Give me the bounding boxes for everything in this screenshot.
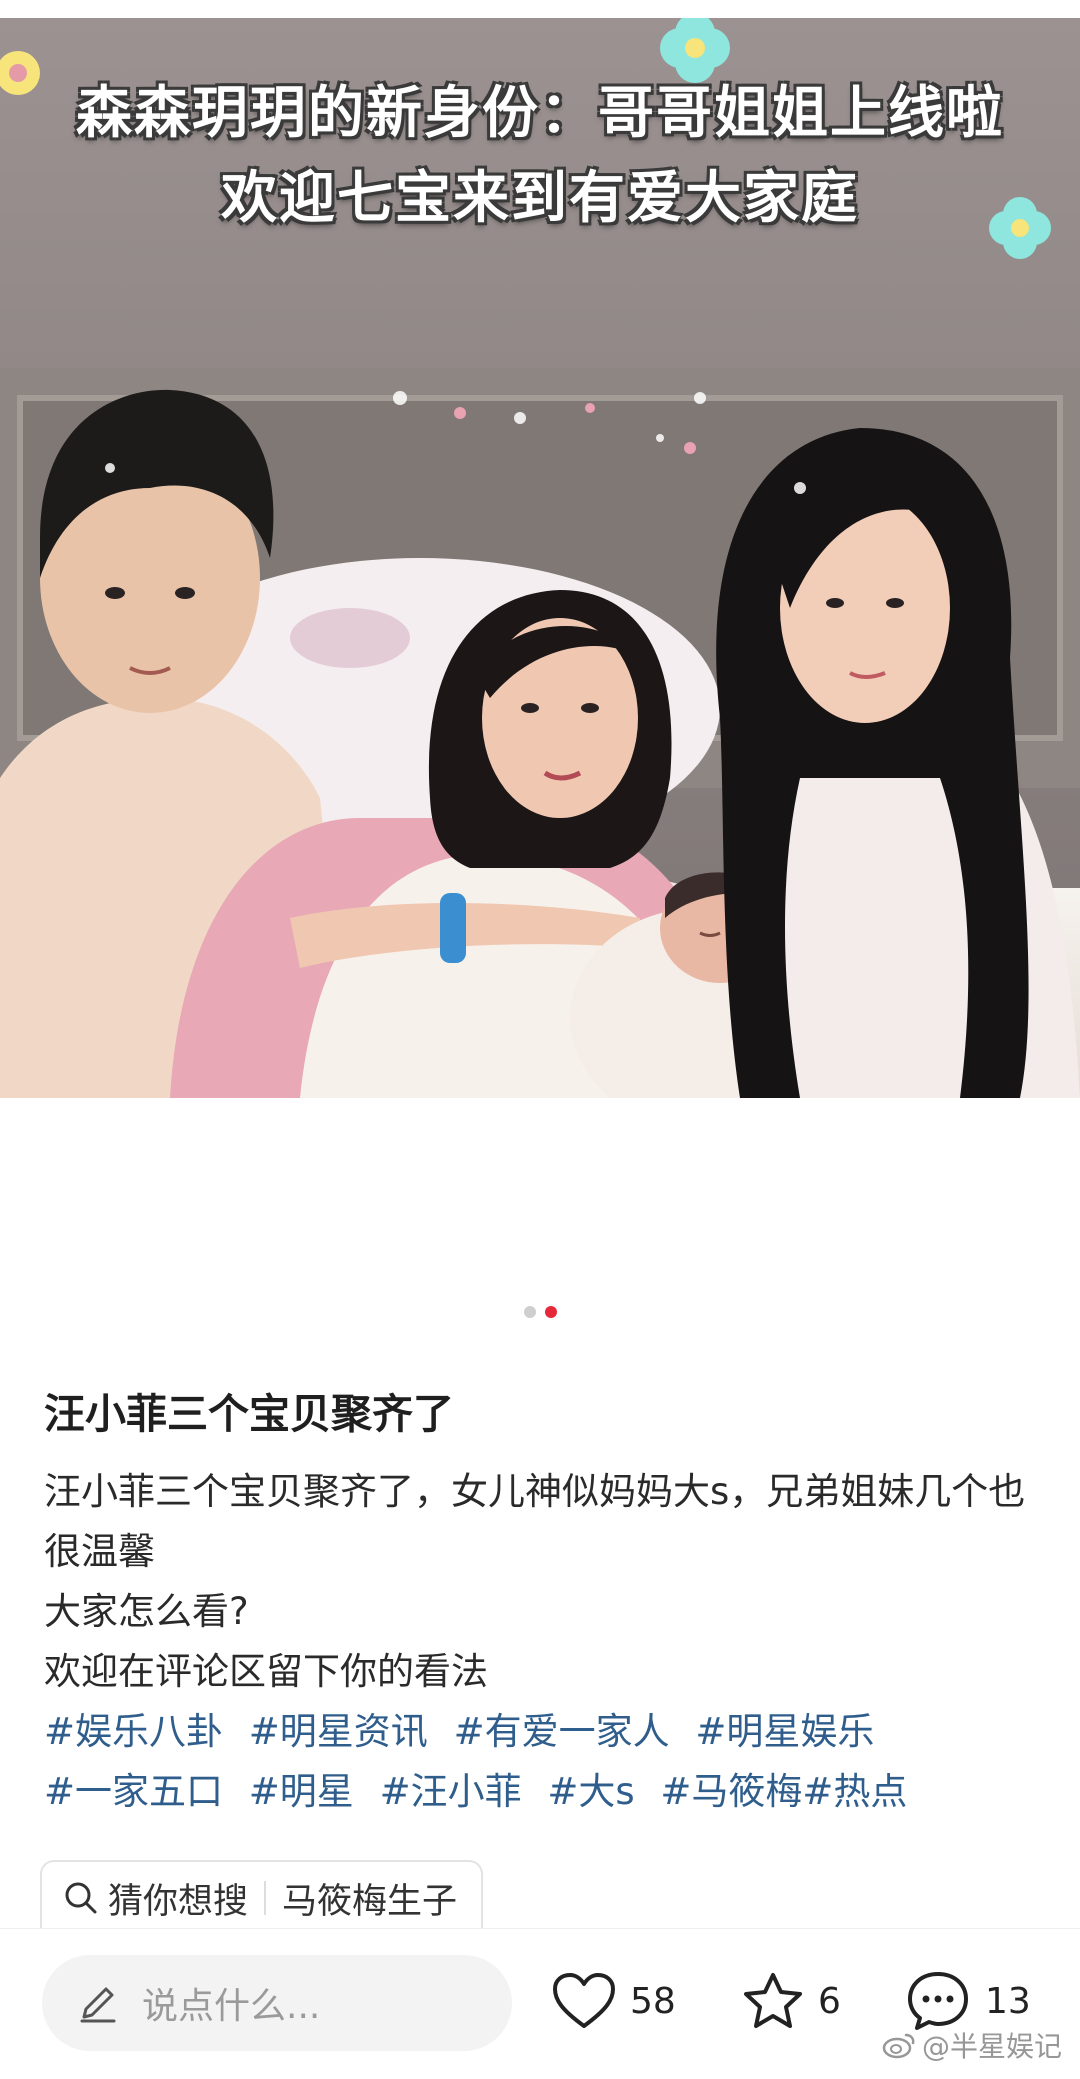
post-body-line: 大家怎么看? (44, 1590, 249, 1633)
hashtag[interactable]: #娱乐八卦 (44, 1710, 223, 1753)
pager-dot[interactable] (523, 1306, 536, 1318)
post-body-line: 汪小菲三个宝贝聚齐了，女儿神似妈妈大s，兄弟姐妹几个也很温馨 (44, 1470, 1026, 1573)
post-body: 汪小菲三个宝贝聚齐了，女儿神似妈妈大s，兄弟姐妹几个也很温馨 大家怎么看? 欢迎… (44, 1462, 1044, 1702)
bottom-action-bar: 说点什么... 58 6 13 @半星娱记 (0, 1928, 1080, 2079)
like-button[interactable]: 58 (552, 1961, 676, 2041)
divider (264, 1881, 267, 1915)
search-chip-suggestion[interactable]: 马筱梅生子 (282, 1873, 457, 1924)
comment-count: 13 (985, 1980, 1031, 2022)
watermark-text: @半星娱记 (921, 2030, 1062, 2063)
search-icon (65, 1882, 97, 1914)
comment-bubble-icon (908, 1972, 968, 2030)
hashtag[interactable]: #热点 (802, 1770, 907, 1813)
hashtag[interactable]: #明星娱乐 (695, 1710, 874, 1753)
like-count: 58 (630, 1980, 676, 2022)
image-pager (0, 1306, 1080, 1318)
pencil-icon (80, 1987, 116, 2023)
hashtag[interactable]: #明星 (249, 1770, 354, 1813)
favorite-count: 6 (818, 1980, 841, 2022)
hashtag[interactable]: #大s (547, 1770, 634, 1813)
hashtag[interactable]: #汪小菲 (380, 1770, 522, 1813)
pager-dot-active[interactable] (544, 1306, 557, 1318)
heart-icon (553, 1973, 615, 2028)
photo-caption-line-1: 森森玥玥的新身份：哥哥姐姐上线啦 (76, 81, 1004, 146)
post-photo[interactable]: 森森玥玥的新身份：哥哥姐姐上线啦 欢迎七宝来到有爱大家庭 (0, 18, 1080, 1098)
watermark: @半星娱记 (882, 2025, 1062, 2065)
comment-placeholder: 说点什么... (142, 1986, 321, 2027)
hashtag[interactable]: #明星资讯 (249, 1710, 428, 1753)
comment-input[interactable]: 说点什么... (42, 1955, 512, 2051)
search-suggestion-chip[interactable]: 猜你想搜 马筱梅生子 (40, 1860, 484, 1934)
post-body-line: 欢迎在评论区留下你的看法 (44, 1650, 488, 1693)
star-icon (744, 1973, 802, 2028)
photo-caption-line-2: 欢迎七宝来到有爱大家庭 (221, 166, 859, 231)
hashtag[interactable]: #有爱一家人 (454, 1710, 670, 1753)
post-tags: #娱乐八卦 #明星资讯 #有爱一家人 #明星娱乐 #一家五口 #明星 #汪小菲 … (44, 1702, 1044, 1822)
weibo-icon (882, 2033, 915, 2059)
favorite-button[interactable]: 6 (742, 1961, 841, 2041)
hashtag[interactable]: #一家五口 (44, 1770, 223, 1813)
post-title: 汪小菲三个宝贝聚齐了 (44, 1390, 454, 1438)
search-chip-label: 猜你想搜 (108, 1881, 249, 1922)
hashtag[interactable]: #马筱梅 (660, 1770, 802, 1813)
